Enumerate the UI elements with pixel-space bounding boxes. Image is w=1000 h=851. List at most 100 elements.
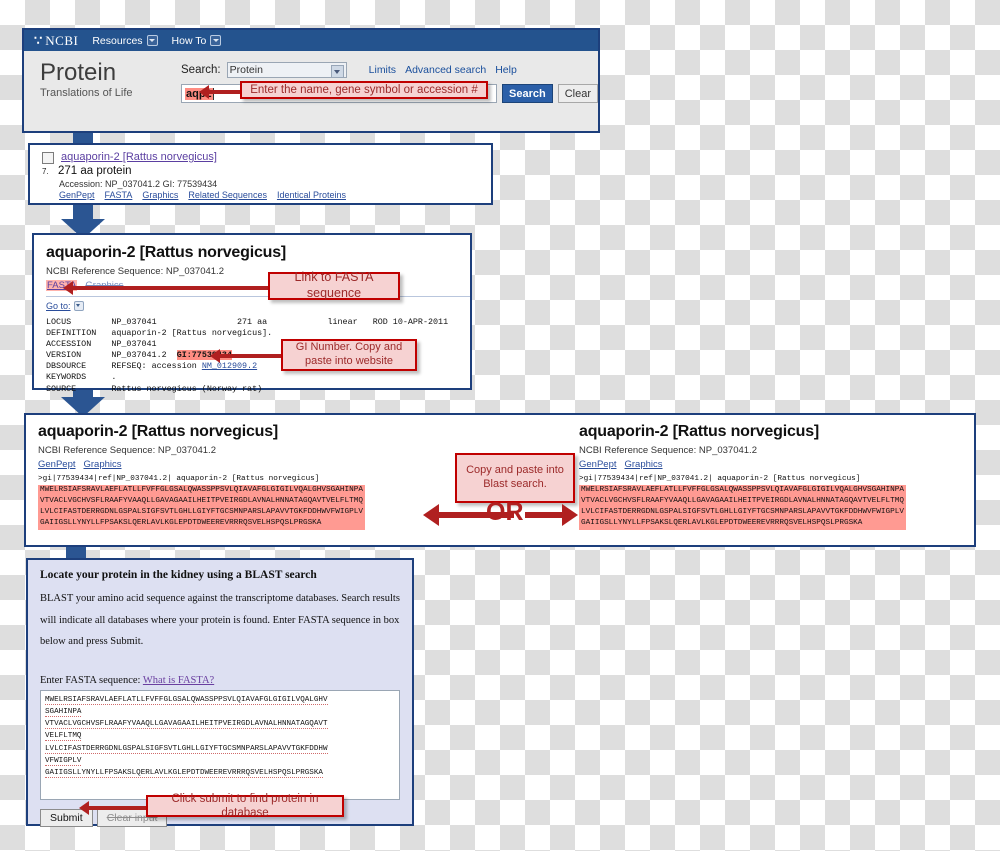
ff-val: NP_037041 271 aa linear ROD 10-APR-2011 <box>111 317 449 327</box>
result-index: 7. <box>42 167 49 176</box>
seq-line: LVLCIFASTDERRGDNLGSPALSIGFSVTLGHLLGIYFTG… <box>40 508 363 517</box>
fasta-sequence[interactable]: MWELRSIAFSRAVLAEFLATLLFVFFGLGSALQWASSPPS… <box>38 485 365 530</box>
record-title: aquaporin-2 [Rattus norvegicus] <box>46 244 287 261</box>
seq-line: MWELRSIAFSRAVLAEFLATLLFVFFGLGSALQWASSPPS… <box>40 486 363 494</box>
ff-val: REFSEQ: accession <box>111 361 202 372</box>
limits-link[interactable]: Limits <box>369 64 396 76</box>
chevron-down-icon <box>330 65 344 78</box>
callout-submit-hint: Click submit to find protein in database <box>146 793 344 819</box>
seq-line: GAIIGSLLYNYLLFPSAKSLQERLAVLKGLEPDTDWEERE… <box>40 519 322 528</box>
ff-key: DEFINITION <box>46 328 97 339</box>
ff-val: NP_037041 <box>111 339 157 350</box>
callout-query-hint: Enter the name, gene symbol or accession… <box>240 81 488 99</box>
link-graphics[interactable]: Graphics <box>142 190 178 200</box>
callout-arrow-fasta <box>63 281 272 295</box>
ff-val: Rattus norvegicus (Norway rat) <box>111 383 263 394</box>
menu-how-to[interactable]: How To <box>172 35 222 47</box>
ncbi-helix-icon: ∵ <box>34 32 42 48</box>
page-tagline: Translations of Life <box>40 87 133 100</box>
chevron-down-icon <box>73 301 84 311</box>
fasta-sequence[interactable]: MWELRSIAFSRAVLAEFLATLLFVFFGLGSALQWASSPPS… <box>579 485 906 530</box>
callout-arrow-gi <box>210 349 285 363</box>
help-link[interactable]: Help <box>495 64 517 76</box>
ff-val: aquaporin-2 [Rattus norvegicus]. <box>111 328 273 339</box>
goto-label: Go to: <box>46 301 71 311</box>
ff-val: . <box>111 372 117 383</box>
result-checkbox[interactable] <box>42 152 54 164</box>
chevron-down-icon <box>210 35 222 46</box>
fasta-record-left: aquaporin-2 [Rattus norvegicus] NCBI Ref… <box>38 423 458 530</box>
callout-copy-paste: Copy and paste into Blast search. <box>455 453 575 503</box>
ncbi-top-bar: ∵ NCBI Resources How To <box>24 30 598 51</box>
callout-fasta-link: Link to FASTA sequence <box>268 270 400 300</box>
ff-key: ACCESSION <box>46 339 92 350</box>
link-genpept[interactable]: GenPept <box>59 190 95 200</box>
ff-key: SOURCE <box>46 383 77 394</box>
menu-resources[interactable]: Resources <box>92 34 158 47</box>
callout-copy-paste-text: Copy and paste into Blast search. <box>466 464 564 490</box>
ff-key: KEYWORDS <box>46 372 87 383</box>
goto-control[interactable]: Go to: <box>46 301 470 311</box>
seq-line: LVLCIFASTDERRGDNLGSPALSIGFSVTLGHLLGIYFTG… <box>45 744 328 754</box>
seq-line: VTVACLVGCHVSFLRAAFYVAAQLLGAVAGAAILHEITPV… <box>40 497 363 506</box>
link-graphics[interactable]: Graphics <box>84 459 122 470</box>
blast-form-heading: Locate your protein in the kidney using … <box>40 569 317 581</box>
search-label: Search: <box>181 64 221 76</box>
callout-submit-hint-text: Click submit to find protein in database <box>171 792 319 819</box>
fasta-defline: >gi|77539434|ref|NP_037041.2| aquaporin-… <box>38 475 320 483</box>
seq-line: SGAHINPA <box>45 707 82 717</box>
record-title: aquaporin-2 [Rattus norvegicus] <box>579 423 820 440</box>
ff-key: VERSION <box>46 350 82 361</box>
link-fasta[interactable]: FASTA <box>105 190 133 200</box>
link-genpept[interactable]: GenPept <box>579 459 617 470</box>
result-accession: Accession: NP_037041.2 GI: 77539434 <box>59 179 218 189</box>
menu-resources-label: Resources <box>92 34 143 47</box>
ff-val: NP_037041.2 <box>111 350 167 361</box>
ncbi-logo-text: NCBI <box>45 32 79 48</box>
ff-key: DBSOURCE <box>46 361 87 372</box>
search-button[interactable]: Search <box>502 84 553 103</box>
database-select-value: Protein <box>229 64 263 76</box>
record-title: aquaporin-2 [Rattus norvegicus] <box>38 423 279 440</box>
result-length-row: 7. 271 aa protein <box>42 165 491 177</box>
or-arrow-right <box>525 504 578 526</box>
header-links: Limits Advanced search Help <box>369 64 517 76</box>
seq-line: VELFLTMQ <box>45 732 82 742</box>
record-links: GenPept Graphics <box>38 459 458 470</box>
fasta-textarea[interactable]: MWELRSIAFSRAVLAEFLATLLFVFFGLGSALQWASSPPS… <box>40 689 400 800</box>
result-length: 271 aa protein <box>58 165 132 177</box>
callout-gi-number-text: GI Number. Copy and paste into website <box>295 341 403 367</box>
what-is-fasta-link[interactable]: What is FASTA? <box>143 675 214 686</box>
seq-line: VTVACLVGCHVSFLRAAFYVAAQLLGAVAGAAILHEITPV… <box>581 497 904 506</box>
advanced-search-link[interactable]: Advanced search <box>405 64 486 76</box>
menu-how-to-label: How To <box>171 34 207 47</box>
ncbi-logo[interactable]: ∵ NCBI <box>34 33 78 49</box>
database-select[interactable]: Protein <box>226 62 347 78</box>
page-title: Protein <box>40 59 117 86</box>
search-result-panel: aquaporin-2 [Rattus norvegicus] 7. 271 a… <box>28 143 493 205</box>
link-related-sequences[interactable]: Related Sequences <box>188 190 267 200</box>
fasta-field-label-text: Enter FASTA sequence: <box>40 674 141 686</box>
seq-line: GAIIGSLLYNYLLFPSAKSLQERLAVLKGLEPDTDWEERE… <box>581 519 863 528</box>
blast-form-panel: Locate your protein in the kidney using … <box>26 558 414 827</box>
record-reference: NCBI Reference Sequence: NP_037041.2 <box>46 266 224 277</box>
record-reference: NCBI Reference Sequence: NP_037041.2 <box>38 445 216 456</box>
callout-gi-number: GI Number. Copy and paste into website <box>281 339 417 371</box>
result-title-link[interactable]: aquaporin-2 [Rattus norvegicus] <box>61 151 217 163</box>
callout-arrow-submit <box>79 801 150 815</box>
link-genpept[interactable]: GenPept <box>38 459 76 470</box>
record-reference: NCBI Reference Sequence: NP_037041.2 <box>579 445 757 456</box>
or-label: OR <box>486 498 524 526</box>
seq-line: MWELRSIAFSRAVLAEFLATLLFVFFGLGSALQWASSPPS… <box>581 486 904 494</box>
search-row-top: Search: Protein Limits Advanced search H… <box>181 62 598 78</box>
blast-form-description: BLAST your amino acid sequence against t… <box>40 593 400 648</box>
database-brand: Protein Translations of Life <box>40 60 181 103</box>
link-identical-proteins[interactable]: Identical Proteins <box>277 190 346 200</box>
seq-line: VFWIGPLV <box>45 757 82 767</box>
fasta-record-right: aquaporin-2 [Rattus norvegicus] NCBI Ref… <box>579 423 999 530</box>
chevron-down-icon <box>146 35 158 46</box>
clear-button[interactable]: Clear <box>557 84 598 103</box>
link-graphics[interactable]: Graphics <box>625 459 663 470</box>
result-title-row: aquaporin-2 [Rattus norvegicus] <box>42 151 491 164</box>
callout-fasta-link-text: Link to FASTA sequence <box>294 270 374 300</box>
